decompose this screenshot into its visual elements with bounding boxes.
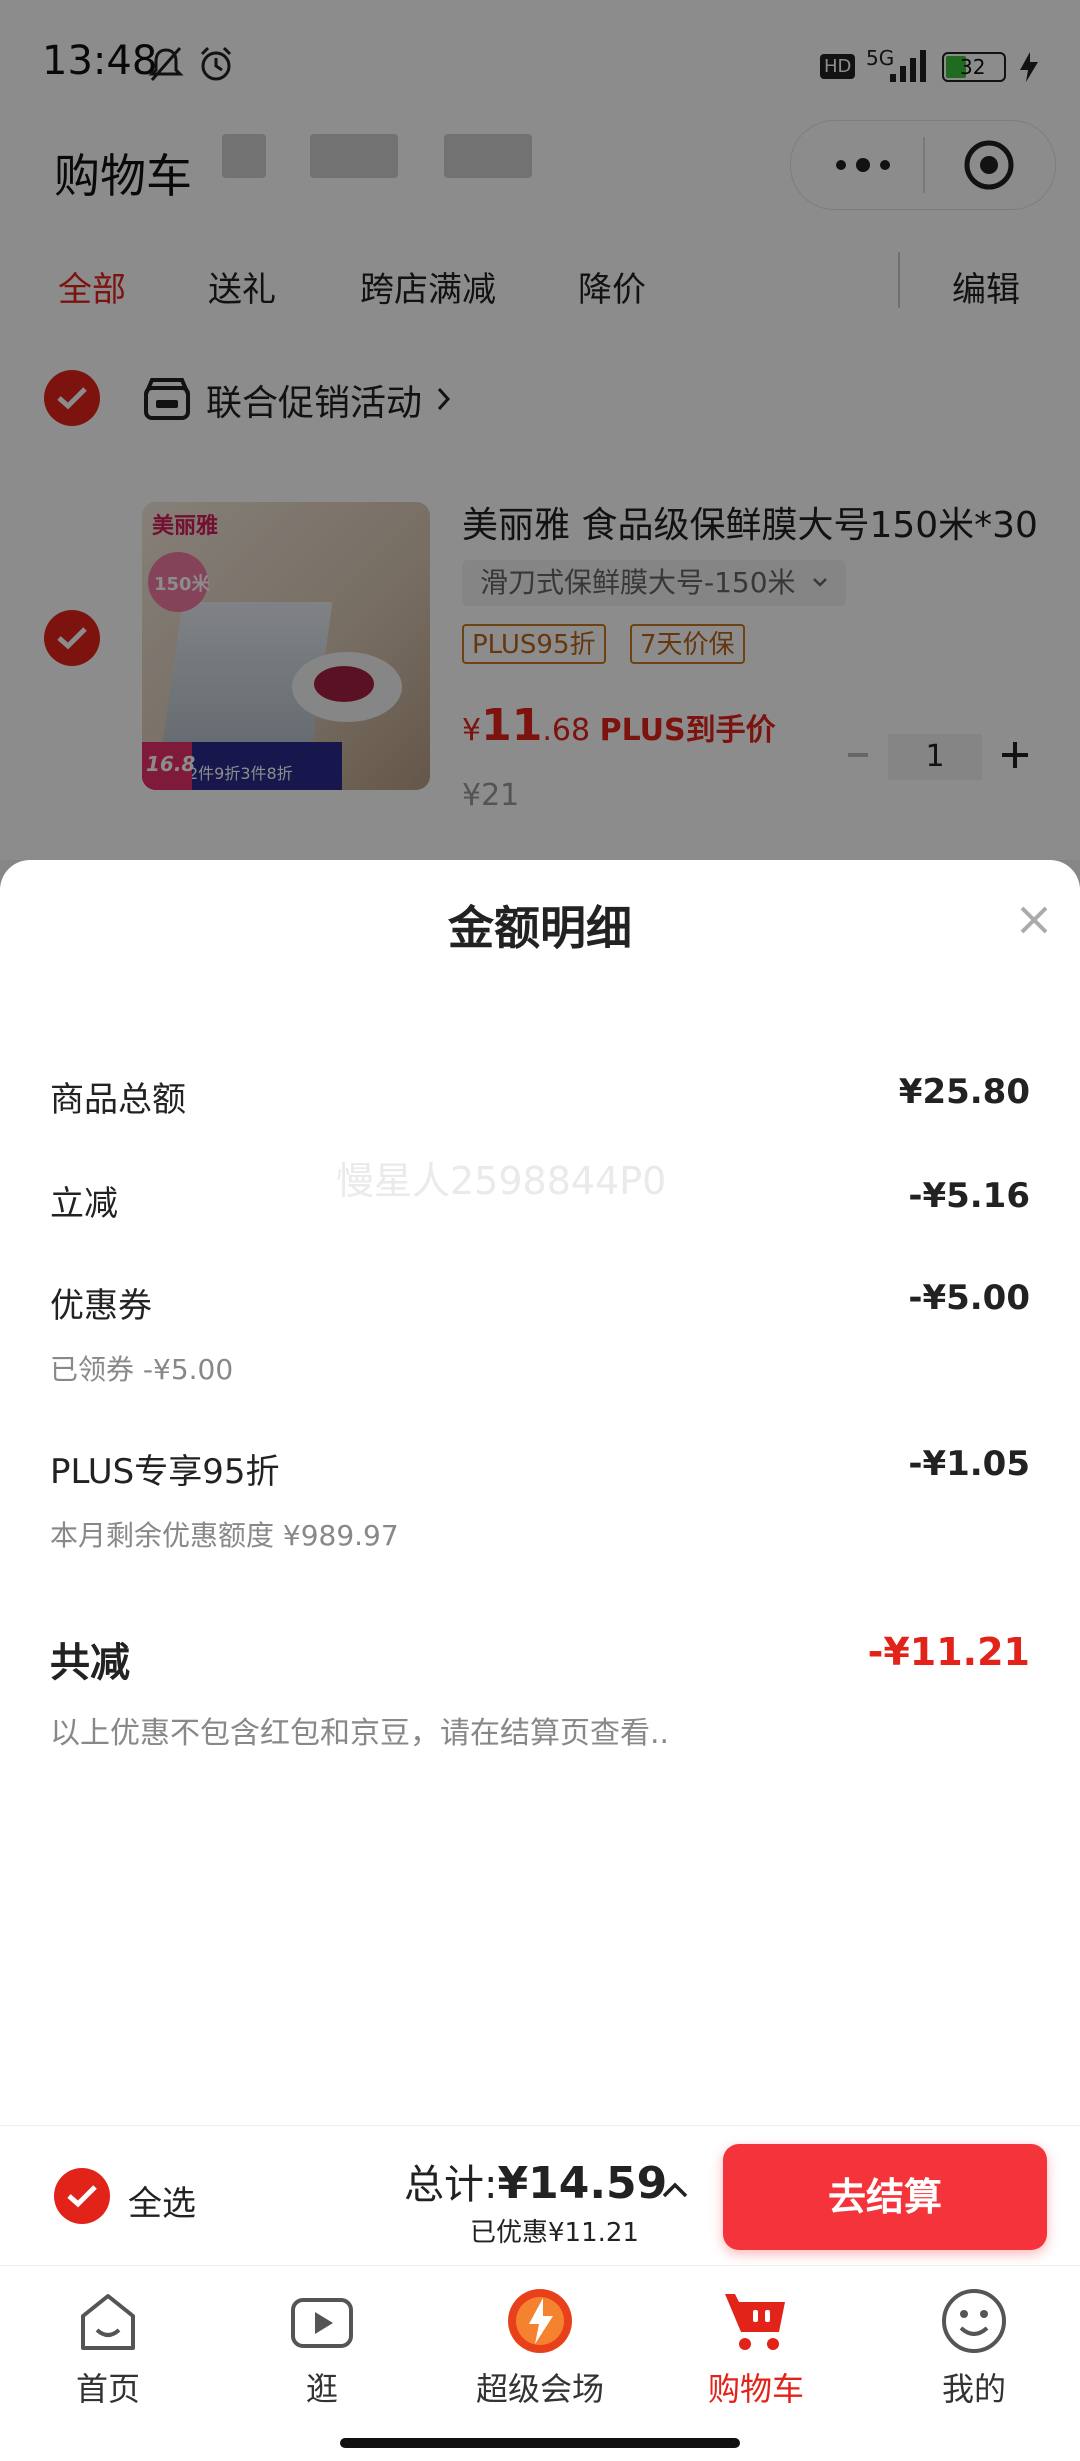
row-instant-discount-value: -¥5.16 bbox=[908, 1176, 1030, 1216]
saved-amount: 已优惠¥11.21 bbox=[470, 2218, 639, 2248]
cart-page-background: 13:48 HD 5G 32 购物车 全部 送礼 跨店满减 降价 编辑 联合促销… bbox=[0, 0, 1080, 2461]
discount-note: 以上优惠不包含红包和京豆，请在结算页查看.. bbox=[50, 1716, 670, 1751]
chevron-up-icon[interactable] bbox=[660, 2180, 690, 2200]
nav-home-label: 首页 bbox=[75, 2370, 140, 2408]
row-plus-label: PLUS专享95折 bbox=[50, 1452, 280, 1492]
row-plus-value: -¥1.05 bbox=[908, 1444, 1030, 1484]
nav-profile[interactable]: 我的 bbox=[894, 2286, 1054, 2410]
total-discount-label: 共减 bbox=[50, 1640, 130, 1686]
nav-browse-label: 逛 bbox=[305, 2370, 338, 2408]
video-icon bbox=[291, 2298, 353, 2348]
profile-icon bbox=[942, 2289, 1006, 2353]
total-prefix: 总计: bbox=[404, 2162, 498, 2208]
watermark: 慢星人2598844P0 bbox=[336, 1159, 667, 1203]
row-instant-discount-label: 立减 bbox=[50, 1184, 118, 1224]
bottom-nav: 首页 逛 超级会场 购物车 我的 bbox=[0, 2265, 1080, 2461]
row-coupon-label: 优惠券 bbox=[50, 1286, 152, 1326]
row-goods-total-value: ¥25.80 bbox=[898, 1072, 1030, 1112]
row-coupon-sub: 已领券 -¥5.00 bbox=[50, 1353, 234, 1386]
row-goods-total-label: 商品总额 bbox=[50, 1080, 186, 1120]
sheet-title: 金额明细 bbox=[448, 901, 632, 955]
select-all-label[interactable]: 全选 bbox=[128, 2176, 196, 2225]
super-venue-icon bbox=[508, 2289, 572, 2353]
checkout-button[interactable]: 去结算 bbox=[723, 2144, 1047, 2250]
amount-detail-sheet: 金额明细 慢星人2598844P0 商品总额 ¥25.80 立减 -¥5.16 … bbox=[0, 860, 1080, 2125]
row-coupon-value: -¥5.00 bbox=[908, 1278, 1030, 1318]
checkout-bar: 全选 总计:¥14.59 已优惠¥11.21 去结算 bbox=[0, 2125, 1080, 2266]
close-icon[interactable] bbox=[1014, 900, 1054, 940]
home-indicator[interactable] bbox=[340, 2438, 740, 2448]
home-icon bbox=[81, 2294, 135, 2350]
row-plus-sub: 本月剩余优惠额度 ¥989.97 bbox=[50, 1519, 399, 1552]
select-all-checkbox[interactable] bbox=[54, 2168, 110, 2224]
nav-cart-label: 购物车 bbox=[707, 2370, 804, 2408]
nav-super-venue[interactable]: 超级会场 bbox=[460, 2286, 620, 2410]
nav-super-venue-label: 超级会场 bbox=[475, 2370, 604, 2408]
total-amount: ¥14.59 bbox=[497, 2158, 668, 2209]
cart-icon bbox=[725, 2294, 785, 2350]
nav-browse[interactable]: 逛 bbox=[242, 2286, 402, 2410]
total-price: 总计:¥14.59 bbox=[404, 2152, 667, 2210]
nav-home[interactable]: 首页 bbox=[28, 2286, 188, 2410]
nav-profile-label: 我的 bbox=[941, 2370, 1006, 2408]
total-discount-value: -¥11.21 bbox=[867, 1630, 1030, 1674]
nav-cart[interactable]: 购物车 bbox=[676, 2286, 836, 2410]
